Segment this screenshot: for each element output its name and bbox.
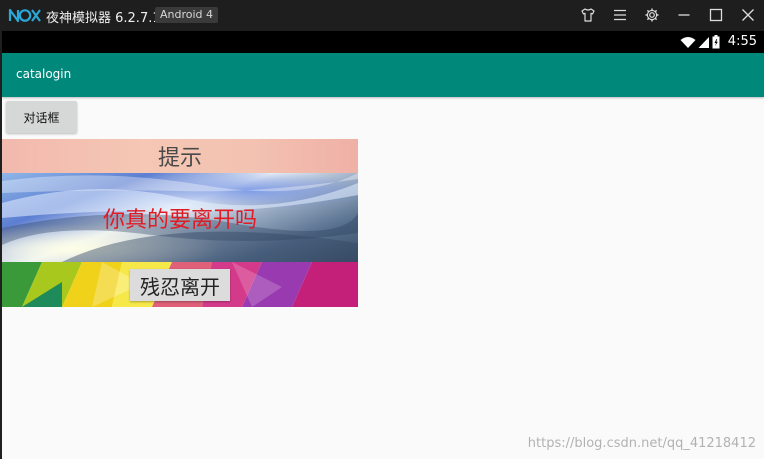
maximize-button[interactable] xyxy=(706,5,726,25)
dialog-message-area: 你真的要离开吗 xyxy=(2,173,358,262)
emulator-title-bar: 夜神模拟器 6.2.7.1 Android 4 xyxy=(0,0,764,31)
android-version-badge: Android 4 xyxy=(155,7,219,23)
app-bar: catalogin xyxy=(2,53,764,97)
close-icon xyxy=(742,9,754,21)
custom-dialog: 提示 你真的要离开吗 残忍离开 xyxy=(2,139,358,307)
menu-button[interactable] xyxy=(610,5,630,25)
dialog-title: 提示 xyxy=(157,146,202,171)
emulator-title: 夜神模拟器 6.2.7.1 xyxy=(46,11,161,26)
dialog-title-area: 提示 xyxy=(2,139,358,173)
status-time: 4:55 xyxy=(727,34,757,49)
minimize-icon xyxy=(678,14,690,16)
android-screen: 4:55 catalogin 对话框 提示 你真的要离开吗 残忍离开 https… xyxy=(2,31,764,459)
nox-logo-icon xyxy=(8,8,41,23)
wifi-icon xyxy=(680,36,696,48)
menu-icon xyxy=(614,9,626,21)
leave-button[interactable]: 残忍离开 xyxy=(130,269,230,301)
signal-icon xyxy=(698,36,709,48)
dialog-button-area: 残忍离开 xyxy=(2,262,358,307)
show-dialog-button[interactable]: 对话框 xyxy=(6,101,77,133)
battery-icon xyxy=(712,35,720,49)
status-icons xyxy=(680,35,720,49)
close-button[interactable] xyxy=(738,5,758,25)
settings-button[interactable] xyxy=(642,5,662,25)
minimize-button[interactable] xyxy=(674,5,694,25)
maximize-icon xyxy=(709,8,723,22)
status-bar: 4:55 xyxy=(2,31,764,53)
watermark: https://blog.csdn.net/qq_41218412 xyxy=(527,436,756,451)
skin-button[interactable] xyxy=(578,5,598,25)
shirt-icon xyxy=(581,8,595,22)
gear-icon xyxy=(645,8,659,22)
dialog-message: 你真的要离开吗 xyxy=(102,207,257,233)
app-title: catalogin xyxy=(16,67,72,81)
